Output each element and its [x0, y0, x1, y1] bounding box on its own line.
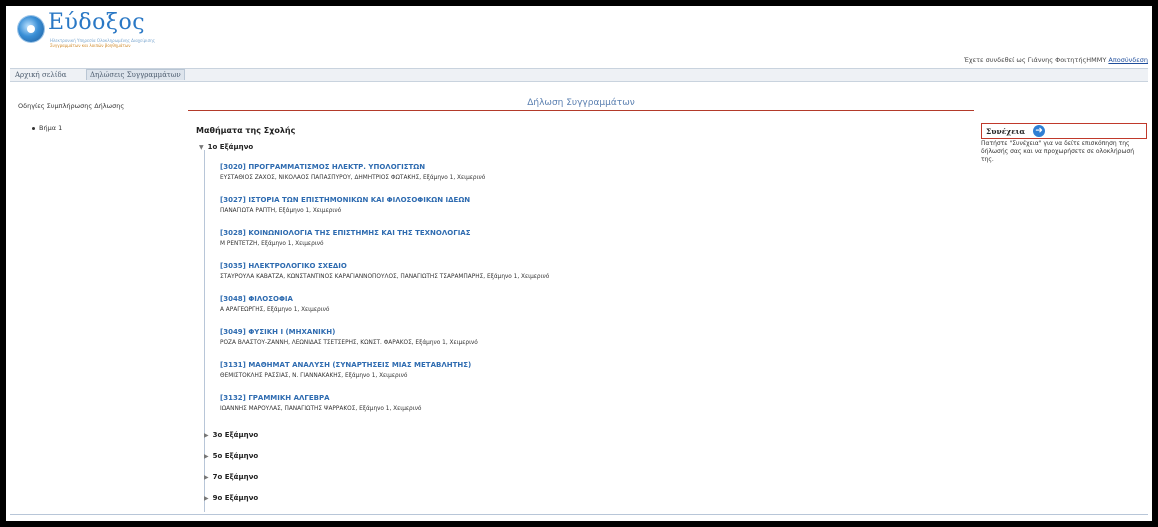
bullet-icon [32, 126, 35, 130]
arrow-right-icon[interactable]: ➜ [1033, 125, 1045, 137]
course-info: ΡΟΖΑ ΒΛΑΣΤΟΥ-ΖΑΝΝΗ, ΛΕΩΝΙΔΑΣ ΤΣΕΤΣΕΡΗΣ, … [220, 340, 478, 346]
nav-home[interactable]: Αρχική σελίδα [12, 70, 69, 80]
semester-label: 5ο Εξάμηνο [212, 452, 259, 460]
logo-title: Εύδοξος [48, 10, 146, 35]
course-title-link[interactable]: [3035] ΗΛΕΚΤΡΟΛΟΓΙΚΟ ΣΧΕΔΙΟ [220, 262, 549, 270]
semester-label: 9ο Εξάμηνο [212, 494, 259, 502]
course-info: ΕΥΣΤΑΘΙΟΣ ΖΑΧΟΣ, ΝΙΚΟΛΑΟΣ ΠΑΠΑΣΠΥΡΟΥ, ΔΗ… [220, 175, 486, 181]
course-title-link[interactable]: [3028] ΚΟΙΝΩΝΙΟΛΟΓΙΑ ΤΗΣ ΕΠΙΣΤΗΜΗΣ ΚΑΙ Τ… [220, 229, 471, 237]
course-item: [3131] ΜΑΘΗΜΑΤ ΑΝΑΛΥΣΗ (ΣΥΝΑΡΤΗΣΕΙΣ ΜΙΑΣ… [220, 361, 471, 379]
school-courses-heading: Μαθήματα της Σχολής [196, 126, 296, 135]
semester-label: 1ο Εξάμηνο [207, 143, 254, 151]
sidebar-step-label: Βήμα 1 [39, 124, 63, 132]
course-info: ΘΕΜΙΣΤΟΚΛΗΣ ΡΑΣΣΙΑΣ, Ν. ΓΙΑΝΝΑΚΑΚΗΣ, Εξά… [220, 373, 408, 379]
semester-9-toggle[interactable]: ▶ 9ο Εξάμηνο [204, 494, 258, 502]
course-item: [3049] ΦΥΣΙΚΗ Ι (ΜΗΧΑΝΙΚΗ) ΡΟΖΑ ΒΛΑΣΤΟΥ-… [220, 328, 478, 346]
logout-link[interactable]: Αποσύνδεση [1108, 56, 1148, 64]
course-title-link[interactable]: [3131] ΜΑΘΗΜΑΤ ΑΝΑΛΥΣΗ (ΣΥΝΑΡΤΗΣΕΙΣ ΜΙΑΣ… [220, 361, 471, 369]
course-title-link[interactable]: [3048] ΦΙΛΟΣΟΦΙΑ [220, 295, 329, 303]
bottom-divider [10, 514, 1148, 515]
course-info: ΣΤΑΥΡΟΥΛΑ ΚΑΒΑΤΖΑ, ΚΩΝΣΤΑΝΤΙΝΟΣ ΚΑΡΑΓΙΑΝ… [220, 274, 550, 280]
semester-3-toggle[interactable]: ▶ 3ο Εξάμηνο [204, 431, 258, 439]
course-title-link[interactable]: [3020] ΠΡΟΓΡΑΜΜΑΤΙΣΜΟΣ ΗΛΕΚΤΡ. ΥΠΟΛΟΓΙΣΤ… [220, 163, 485, 171]
triangle-right-icon: ▶ [204, 453, 209, 460]
triangle-down-icon: ▼ [199, 144, 204, 151]
user-status-text: Έχετε συνδεθεί ως Γιάννης ΦοιτητήςΗΜΜΥ [964, 56, 1107, 64]
course-item: [3028] ΚΟΙΝΩΝΙΟΛΟΓΙΑ ΤΗΣ ΕΠΙΣΤΗΜΗΣ ΚΑΙ Τ… [220, 229, 471, 247]
main-nav: Αρχική σελίδα Δηλώσεις Συγγραμμάτων [10, 68, 1148, 82]
course-item: [3132] ΓΡΑΜΜΙΚΗ ΑΛΓΕΒΡΑ ΙΩΑΝΝΗΣ ΜΑΡΟΥΛΑΣ… [220, 394, 421, 412]
course-item: [3027] ΙΣΤΟΡΙΑ ΤΩΝ ΕΠΙΣΤΗΜΟΝΙΚΩΝ ΚΑΙ ΦΙΛ… [220, 196, 470, 214]
course-title-link[interactable]: [3132] ΓΡΑΜΜΙΚΗ ΑΛΓΕΒΡΑ [220, 394, 421, 402]
continue-help-text: Πατήστε "Συνέχεια" για να δείτε επισκόπη… [981, 140, 1135, 163]
triangle-right-icon: ▶ [204, 432, 209, 439]
semester-1-toggle[interactable]: ▼ 1ο Εξάμηνο [199, 143, 253, 151]
course-info: ΙΩΑΝΝΗΣ ΜΑΡΟΥΛΑΣ, ΠΑΝΑΓΙΩΤΗΣ ΨΑΡΡΑΚΟΣ, Ε… [220, 406, 422, 412]
eudoxus-logo[interactable]: Εύδοξος Ηλεκτρονική Υπηρεσία Ολοκληρωμέν… [14, 10, 164, 50]
semester-7-toggle[interactable]: ▶ 7ο Εξάμηνο [204, 473, 258, 481]
sidebar-title: Οδηγίες Συμπλήρωσης Δήλωσης [18, 102, 125, 110]
user-bar: Έχετε συνδεθεί ως Γιάννης ΦοιτητήςΗΜΜΥ Α… [964, 56, 1148, 64]
course-title-link[interactable]: [3049] ΦΥΣΙΚΗ Ι (ΜΗΧΑΝΙΚΗ) [220, 328, 478, 336]
app-window: Εύδοξος Ηλεκτρονική Υπηρεσία Ολοκληρωμέν… [6, 6, 1152, 521]
semester-label: 3ο Εξάμηνο [212, 431, 259, 439]
sidebar-step: Βήμα 1 [32, 124, 62, 132]
semester-5-toggle[interactable]: ▶ 5ο Εξάμηνο [204, 452, 258, 460]
course-item: [3020] ΠΡΟΓΡΑΜΜΑΤΙΣΜΟΣ ΗΛΕΚΤΡ. ΥΠΟΛΟΓΙΣΤ… [220, 163, 485, 181]
course-item: [3048] ΦΙΛΟΣΟΦΙΑ Α ΑΡΑΓΕΩΡΓΗΣ, Εξάμηνο 1… [220, 295, 329, 313]
triangle-right-icon: ▶ [204, 495, 209, 502]
title-divider [188, 110, 974, 111]
continue-button[interactable]: Συνέχεια [986, 127, 1025, 136]
logo-subtitle-2: Συγγραμμάτων και λοιπών βοηθημάτων [50, 43, 131, 48]
header: Εύδοξος Ηλεκτρονική Υπηρεσία Ολοκληρωμέν… [6, 6, 1152, 66]
page-title: Δήλωση Συγγραμμάτων [527, 98, 635, 108]
course-title-link[interactable]: [3027] ΙΣΤΟΡΙΑ ΤΩΝ ΕΠΙΣΤΗΜΟΝΙΚΩΝ ΚΑΙ ΦΙΛ… [220, 196, 470, 204]
nav-textbook-declarations[interactable]: Δηλώσεις Συγγραμμάτων [86, 69, 185, 80]
course-info: ΠΑΝΑΓΙΩΤΑ ΡΑΠΤΗ, Εξάμηνο 1, Χειμερινό [220, 208, 342, 214]
semester-label: 7ο Εξάμηνο [212, 473, 259, 481]
logo-disc-icon [18, 16, 44, 42]
continue-box: Συνέχεια ➜ [981, 123, 1147, 139]
triangle-right-icon: ▶ [204, 474, 209, 481]
course-info: Μ ΡΕΝΤΕΤΖΗ, Εξάμηνο 1, Χειμερινό [220, 241, 324, 247]
course-item: [3035] ΗΛΕΚΤΡΟΛΟΓΙΚΟ ΣΧΕΔΙΟ ΣΤΑΥΡΟΥΛΑ ΚΑ… [220, 262, 549, 280]
course-info: Α ΑΡΑΓΕΩΡΓΗΣ, Εξάμηνο 1, Χειμερινό [220, 307, 330, 313]
